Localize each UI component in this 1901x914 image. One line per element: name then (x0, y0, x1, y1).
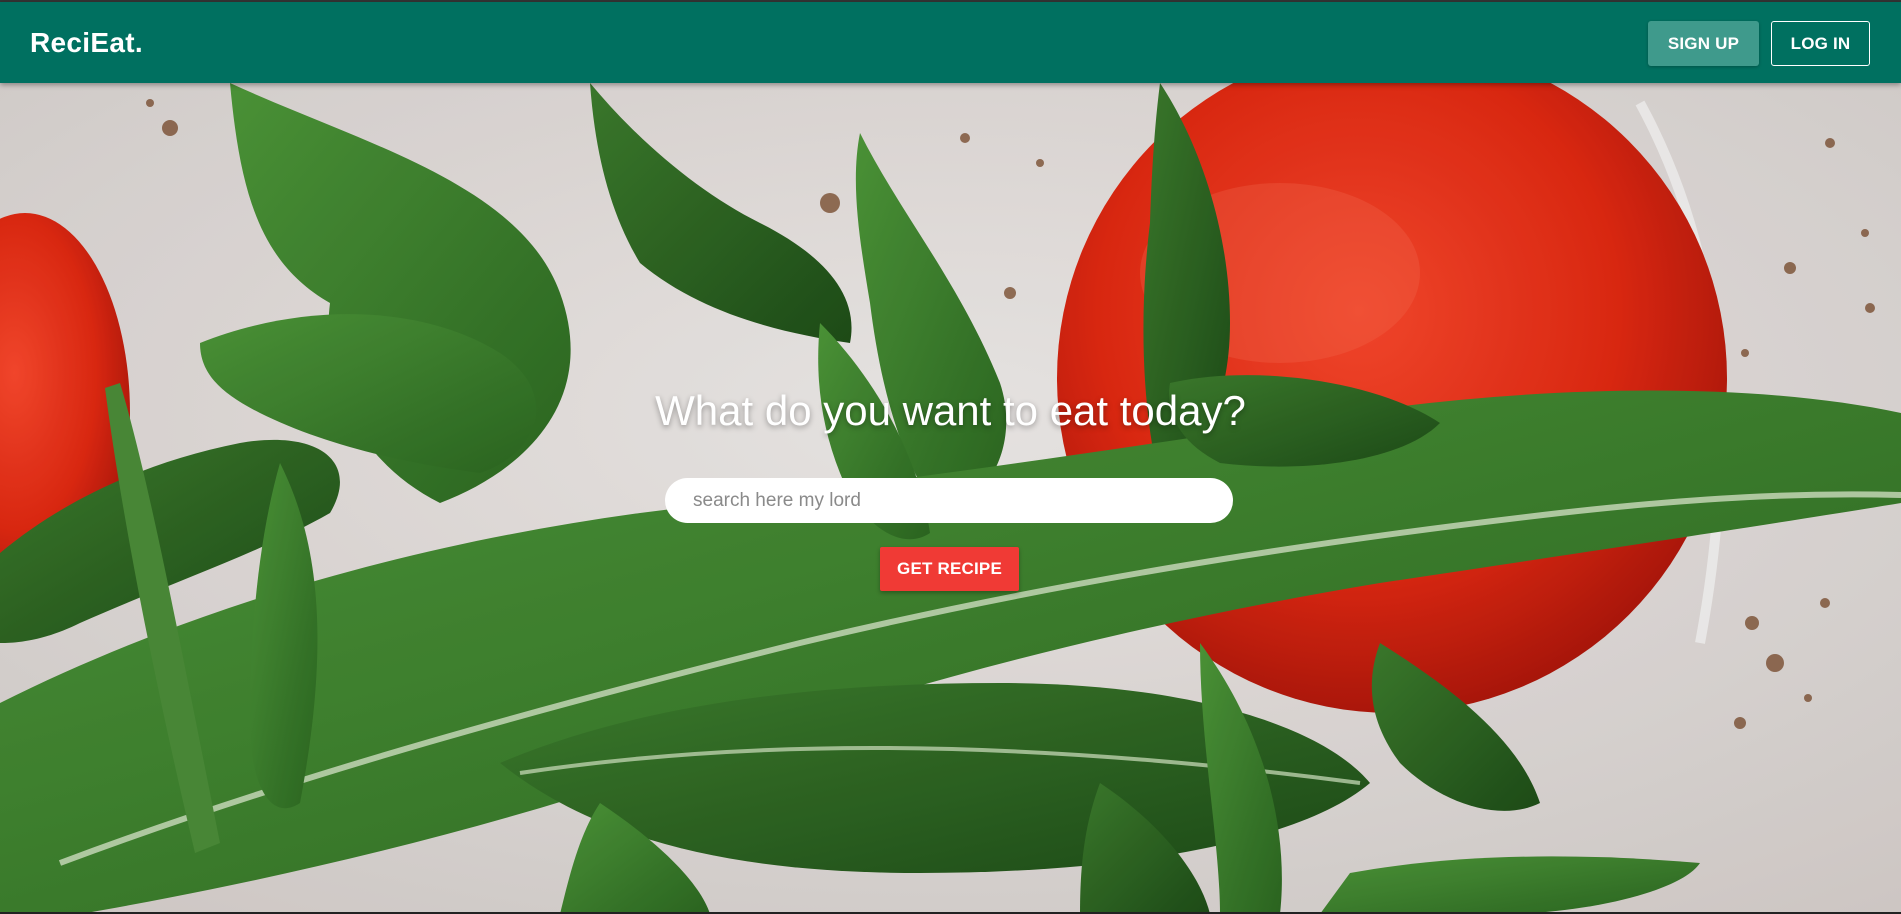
navbar: ReciEat. SIGN UP LOG IN (0, 2, 1901, 83)
hero-headline: What do you want to eat today? (655, 387, 1246, 434)
brand-logo[interactable]: ReciEat. (30, 27, 143, 59)
login-button[interactable]: LOG IN (1771, 21, 1870, 66)
page: ReciEat. SIGN UP LOG IN What do you want… (0, 0, 1901, 914)
get-recipe-button[interactable]: GET RECIPE (880, 547, 1019, 591)
hero-section: What do you want to eat today? GET RECIP… (0, 83, 1901, 914)
recipe-search-input[interactable] (665, 478, 1233, 523)
signup-button[interactable]: SIGN UP (1648, 21, 1759, 66)
